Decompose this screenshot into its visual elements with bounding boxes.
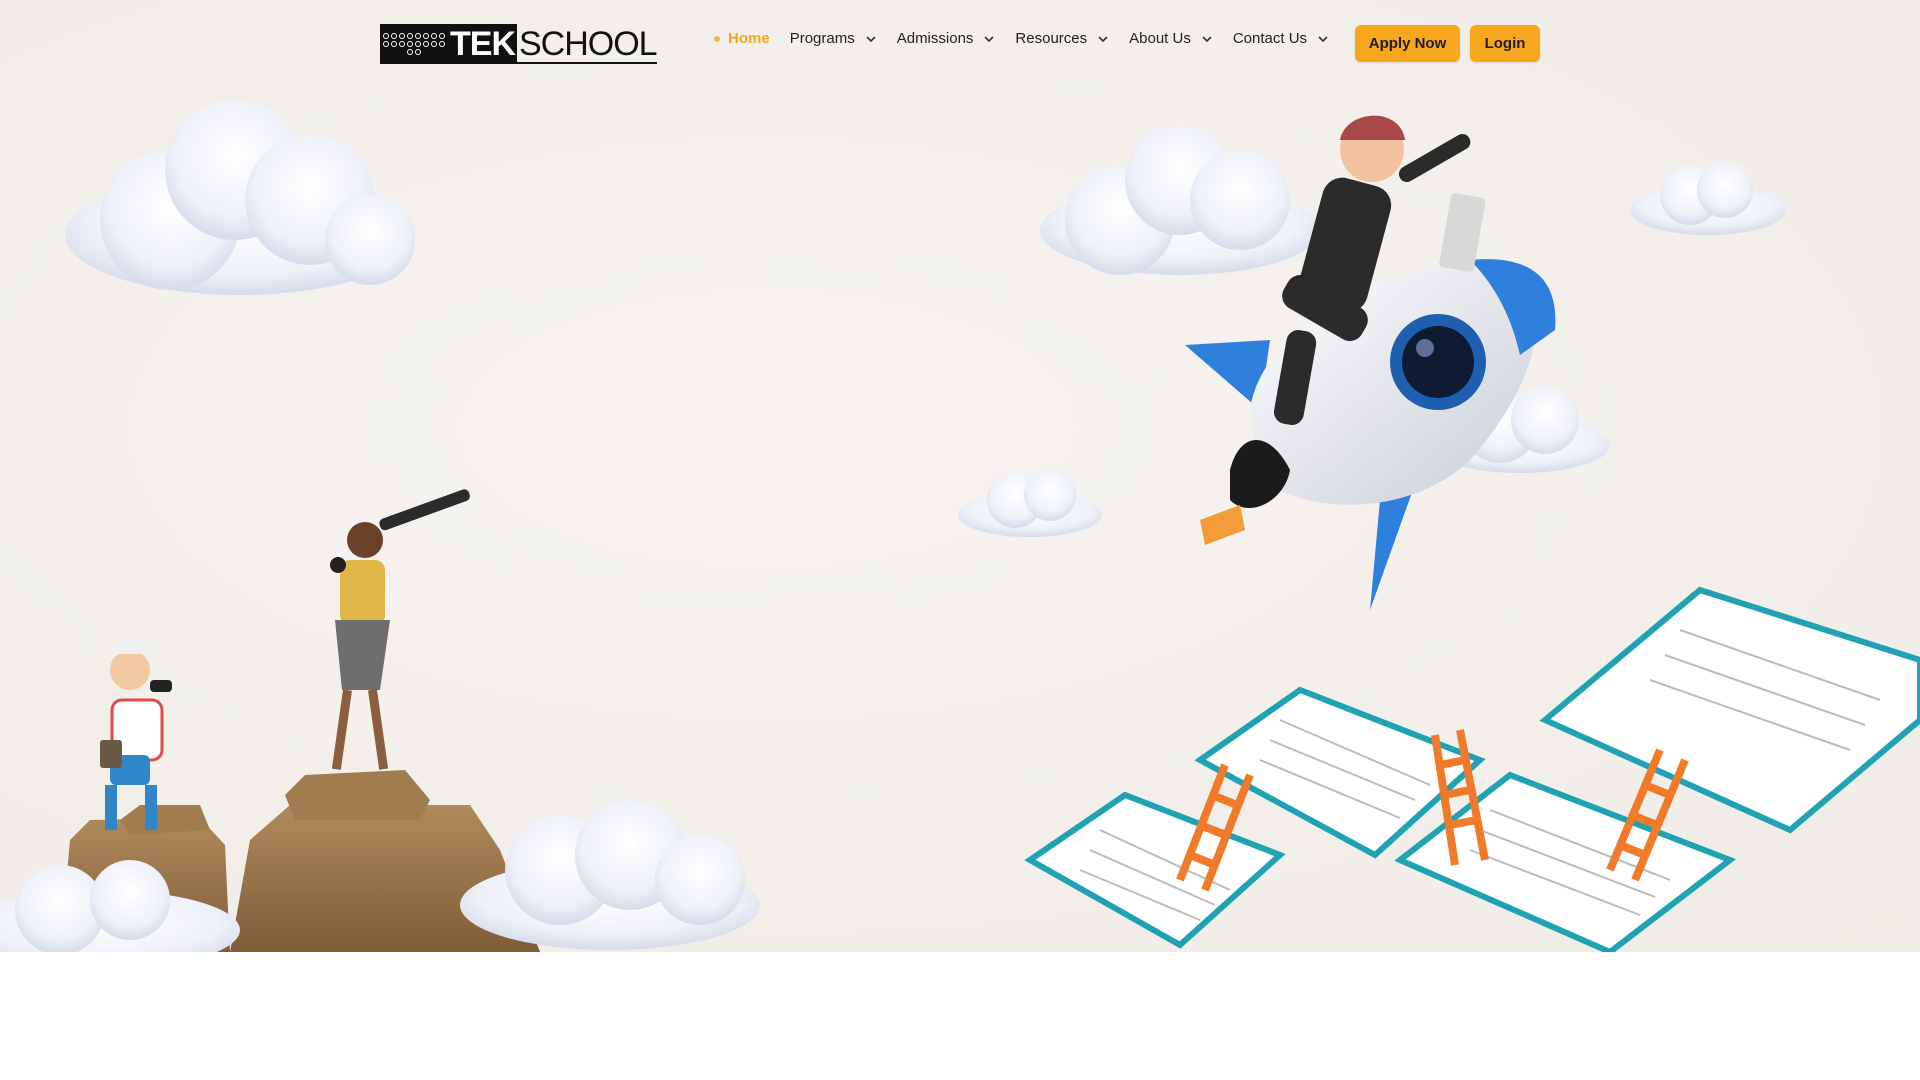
nav-item-about-us[interactable]: About Us bbox=[1129, 30, 1213, 47]
nav-item-label: Programs bbox=[789, 30, 855, 47]
hero-illustration bbox=[0, 100, 1920, 952]
nav-item-admissions[interactable]: Admissions bbox=[897, 30, 996, 47]
open-book-icon bbox=[1024, 791, 1286, 949]
logo-text-school: SCHOOL bbox=[517, 25, 658, 64]
site-logo[interactable]: TEK SCHOOL bbox=[380, 23, 658, 65]
open-book-icon bbox=[1394, 771, 1737, 952]
explorer-figure-icon bbox=[100, 640, 172, 830]
nav-item-contact-us[interactable]: Contact Us bbox=[1233, 30, 1329, 47]
chevron-down-icon bbox=[1202, 35, 1212, 42]
open-book-icon bbox=[1539, 586, 1920, 834]
cloud-icon bbox=[1040, 125, 1320, 275]
logo-mark-icon bbox=[380, 24, 448, 64]
chevron-down-icon bbox=[1318, 35, 1328, 42]
telescope-figure-icon bbox=[330, 489, 470, 770]
nav-item-label: About Us bbox=[1129, 30, 1191, 47]
nav-item-label: Contact Us bbox=[1232, 30, 1308, 47]
login-button[interactable]: Login bbox=[1470, 25, 1540, 62]
site-header: TEK SCHOOL Home Programs Admissions Reso… bbox=[0, 0, 1920, 88]
main-nav: Home Programs Admissions Resources About… bbox=[714, 30, 1349, 47]
nav-item-label: Admissions bbox=[896, 30, 974, 47]
apply-now-button[interactable]: Apply Now bbox=[1355, 25, 1460, 62]
nav-item-label: Resources bbox=[1015, 30, 1088, 47]
cloud-icon bbox=[65, 100, 415, 295]
chevron-down-icon bbox=[866, 35, 876, 42]
logo-text-tek: TEK bbox=[448, 24, 517, 64]
hero-banner bbox=[0, 0, 1920, 952]
cloud-icon bbox=[958, 469, 1102, 537]
chevron-down-icon bbox=[984, 35, 994, 42]
cloud-icon bbox=[1630, 162, 1786, 235]
nav-item-resources[interactable]: Resources bbox=[1015, 30, 1109, 47]
chevron-down-icon bbox=[1098, 35, 1108, 42]
active-dot-icon bbox=[714, 35, 720, 42]
nav-item-home[interactable]: Home bbox=[714, 30, 770, 47]
nav-item-label: Home bbox=[728, 30, 770, 47]
cloud-icon bbox=[460, 800, 760, 950]
nav-item-programs[interactable]: Programs bbox=[790, 30, 877, 47]
